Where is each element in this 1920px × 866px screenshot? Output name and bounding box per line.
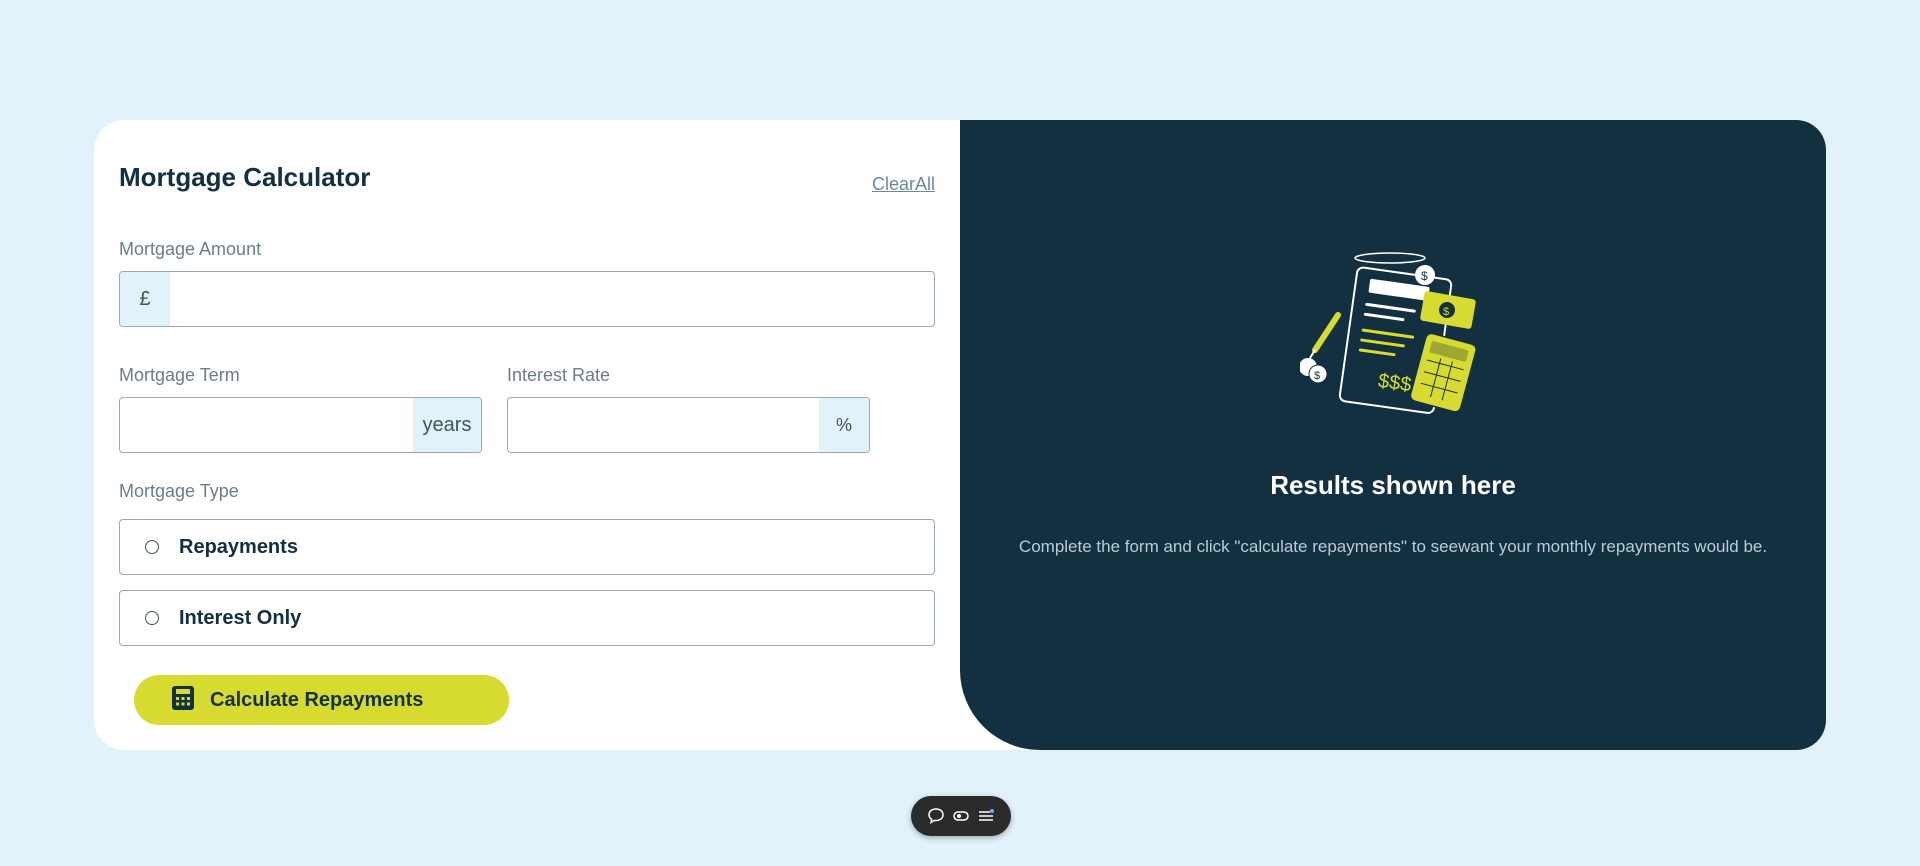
interest-rate-label: Interest Rate — [507, 365, 611, 385]
results-description: Complete the form and click "calculate r… — [1018, 537, 1768, 556]
page-title: Mortgage Calculator — [119, 162, 371, 192]
empty-results-illustration: $$$ $ $ $ — [1299, 250, 1490, 420]
radio-label: Repayments — [179, 535, 298, 558]
currency-prefix: £ — [120, 272, 170, 326]
svg-text:$: $ — [1443, 306, 1449, 318]
form-panel: Mortgage Calculator ClearAll Mortgage Am… — [94, 120, 960, 750]
comment-icon[interactable] — [926, 806, 946, 826]
mortgage-amount-input[interactable] — [170, 272, 934, 326]
term-rate-row: Mortgage Term years Interest Rate % — [119, 365, 935, 453]
toggle-icon[interactable] — [951, 806, 971, 826]
mortgage-amount-field: £ — [119, 271, 935, 327]
menu-icon[interactable] — [976, 806, 996, 826]
calculate-button-label: Calculate Repayments — [210, 688, 424, 711]
mortgage-term-input[interactable] — [120, 398, 413, 452]
results-title: Results shown here — [1270, 470, 1516, 500]
svg-text:$: $ — [1314, 370, 1320, 382]
percent-suffix: % — [819, 398, 869, 452]
years-suffix: years — [413, 398, 481, 452]
floating-toolbar — [911, 796, 1011, 836]
calculator-icon — [172, 685, 194, 715]
radio-option-interest-only[interactable]: Interest Only — [119, 590, 935, 646]
mortgage-calculator-card: Mortgage Calculator ClearAll Mortgage Am… — [94, 120, 1826, 750]
calculate-repayments-button[interactable]: Calculate Repayments — [134, 675, 509, 725]
interest-rate-field: % — [507, 397, 870, 453]
mortgage-term-group: Mortgage Term years — [119, 365, 482, 453]
interest-rate-input[interactable] — [508, 398, 819, 452]
mortgage-type-label: Mortgage Type — [119, 481, 239, 501]
radio-label: Interest Only — [179, 606, 302, 629]
radio-option-repayments[interactable]: Repayments — [119, 519, 935, 575]
interest-rate-group: Interest Rate % — [507, 365, 870, 453]
mortgage-term-field: years — [119, 397, 482, 453]
form-header: Mortgage Calculator ClearAll — [119, 158, 935, 210]
clear-all-link[interactable]: ClearAll — [872, 174, 935, 195]
results-panel: $$$ $ $ $ Results shown here Complete th… — [960, 120, 1826, 750]
radio-button[interactable] — [145, 540, 159, 554]
svg-text:$$$: $$$ — [1377, 370, 1413, 396]
mortgage-term-label: Mortgage Term — [119, 365, 240, 385]
radio-button[interactable] — [145, 611, 159, 625]
mortgage-amount-label: Mortgage Amount — [119, 239, 262, 259]
svg-text:$: $ — [1421, 269, 1428, 283]
